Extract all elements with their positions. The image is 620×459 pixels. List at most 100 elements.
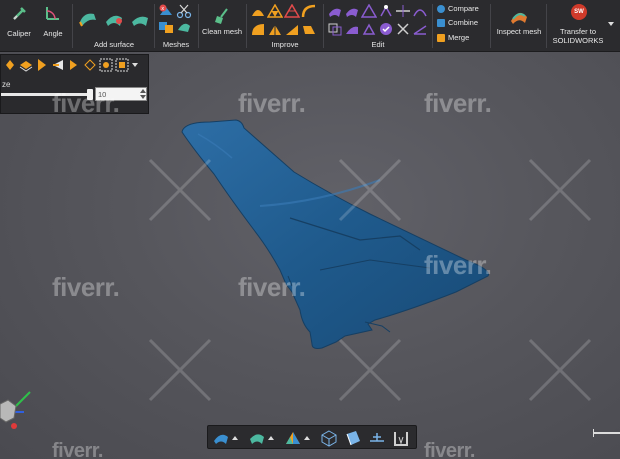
improve-group: Improve bbox=[248, 0, 322, 52]
mesh-join-icon[interactable] bbox=[176, 20, 192, 34]
select-box-icon[interactable] bbox=[99, 57, 113, 73]
surface-patch-icon[interactable] bbox=[78, 10, 98, 28]
edit-vertex-icon[interactable] bbox=[378, 4, 394, 18]
ribbon-separator bbox=[72, 4, 73, 48]
edit-slice-icon[interactable] bbox=[395, 4, 411, 18]
solidworks-logo-icon: SW bbox=[571, 4, 587, 20]
cancel-x-icon[interactable] bbox=[395, 22, 411, 36]
edit-clip-icon[interactable] bbox=[412, 22, 428, 36]
surface-blend-icon[interactable] bbox=[130, 12, 150, 28]
optimize-icon[interactable] bbox=[301, 4, 317, 18]
size-slider-handle[interactable] bbox=[87, 89, 93, 100]
select-all-icon[interactable] bbox=[83, 57, 97, 73]
edit-arc-icon[interactable] bbox=[412, 4, 428, 18]
caliper-button[interactable]: Caliper bbox=[4, 2, 34, 38]
fill-holes-icon[interactable] bbox=[250, 22, 266, 36]
deviation-map-icon[interactable] bbox=[284, 429, 302, 447]
combine-icon bbox=[437, 18, 445, 27]
clean-mesh-label: Clean mesh bbox=[201, 27, 243, 36]
ribbon-separator bbox=[432, 4, 433, 48]
select-brush-icon[interactable] bbox=[35, 57, 49, 73]
inspect-mesh-button[interactable]: Inspect mesh bbox=[494, 2, 544, 50]
bounding-box-icon[interactable] bbox=[392, 429, 410, 447]
size-spinner[interactable] bbox=[139, 88, 147, 100]
section-plane-icon[interactable] bbox=[344, 429, 362, 447]
decimate-icon[interactable] bbox=[267, 4, 283, 18]
edit-triangle-icon[interactable] bbox=[361, 4, 377, 18]
angle-icon bbox=[46, 7, 59, 20]
combine-button[interactable]: Combine bbox=[437, 18, 478, 27]
combine-label: Combine bbox=[448, 18, 479, 27]
svg-text:x: x bbox=[161, 6, 164, 12]
mesh-model-viewport bbox=[181, 119, 490, 349]
size-slider-track[interactable] bbox=[1, 93, 93, 96]
subdivide-icon[interactable] bbox=[284, 4, 300, 18]
edit-group: Edit bbox=[325, 0, 431, 52]
compare-button[interactable]: Compare bbox=[437, 4, 479, 13]
ground-plane-icon[interactable] bbox=[368, 429, 386, 447]
scale-bar bbox=[593, 432, 620, 434]
watermark-text: fiverr. bbox=[52, 440, 103, 459]
select-plane-icon[interactable] bbox=[19, 57, 33, 73]
add-surface-group: Add surface bbox=[74, 0, 154, 52]
transfer-label-line1: Transfer to bbox=[560, 27, 596, 36]
render-mode-icon[interactable] bbox=[212, 429, 230, 447]
axis-triad-icon bbox=[0, 391, 31, 429]
view-cube-icon[interactable] bbox=[320, 429, 338, 447]
size-label: ze bbox=[2, 80, 11, 89]
ribbon-separator bbox=[546, 4, 547, 48]
meshes-label: Meshes bbox=[162, 40, 190, 49]
ribbon-separator bbox=[323, 4, 324, 48]
mesh-delete-icon[interactable]: x bbox=[158, 3, 174, 19]
watermark-cross-icon bbox=[528, 158, 592, 222]
transfer-to-solidworks-button[interactable]: SW Transfer to SOLIDWORKS bbox=[549, 2, 607, 48]
selection-more-arrow-icon[interactable] bbox=[131, 57, 139, 73]
broom-icon bbox=[215, 8, 228, 24]
ribbon-separator bbox=[154, 4, 155, 48]
caliper-icon bbox=[13, 7, 26, 20]
surface-display-dropdown-icon[interactable] bbox=[268, 436, 274, 440]
select-grow-icon[interactable] bbox=[51, 57, 65, 73]
render-mode-dropdown-icon[interactable] bbox=[232, 436, 238, 440]
select-lasso-icon[interactable] bbox=[3, 57, 17, 73]
smooth-icon[interactable] bbox=[250, 4, 266, 18]
edit-copy-icon[interactable] bbox=[327, 22, 343, 36]
angle-label: Angle bbox=[43, 29, 63, 38]
confirm-check-icon[interactable] bbox=[378, 22, 394, 36]
compare-icon bbox=[437, 4, 445, 13]
selection-tool-panel: ze bbox=[0, 54, 149, 114]
surface-fill-icon[interactable] bbox=[104, 12, 124, 28]
inspect-mesh-label: Inspect mesh bbox=[496, 27, 542, 36]
mesh-split-icon[interactable] bbox=[158, 20, 174, 34]
merge-button[interactable]: Merge bbox=[437, 33, 469, 42]
select-region-icon[interactable] bbox=[115, 57, 129, 73]
ribbon-separator bbox=[198, 4, 199, 48]
edit-label: Edit bbox=[371, 40, 385, 49]
ribbon-separator bbox=[490, 4, 491, 48]
ribbon-dropdown-arrow-icon[interactable] bbox=[608, 22, 614, 26]
sharpen-icon[interactable] bbox=[284, 22, 300, 36]
deviation-map-dropdown-icon[interactable] bbox=[304, 436, 310, 440]
scale-bar-tick bbox=[593, 429, 594, 437]
transfer-label-line2: SOLIDWORKS bbox=[552, 36, 604, 45]
edit-region-icon[interactable] bbox=[344, 4, 360, 18]
watermark-text: fiverr. bbox=[424, 440, 475, 459]
merge-label: Merge bbox=[448, 33, 470, 42]
surface-display-icon[interactable] bbox=[248, 429, 266, 447]
inspect-mesh-icon bbox=[511, 12, 527, 24]
view-toolbar bbox=[207, 425, 417, 449]
scissors-icon[interactable] bbox=[176, 3, 192, 19]
ribbon-separator bbox=[246, 4, 247, 48]
thicken-icon[interactable] bbox=[301, 22, 317, 36]
angle-button[interactable]: Angle bbox=[38, 2, 68, 38]
watermark-text: fiverr. bbox=[52, 272, 120, 302]
select-shrink-icon[interactable] bbox=[67, 57, 81, 73]
improve-label: Improve bbox=[271, 40, 299, 49]
selection-tools bbox=[3, 57, 139, 75]
edit-fillet-icon[interactable] bbox=[344, 22, 360, 36]
clean-mesh-button[interactable]: Clean mesh bbox=[200, 2, 244, 50]
edit-surface-icon[interactable] bbox=[327, 4, 343, 18]
ribbon-toolbar: Caliper Angle Add surface x Meshes Clean… bbox=[0, 0, 620, 52]
edit-extrude-icon[interactable] bbox=[361, 22, 377, 36]
remesh-icon[interactable] bbox=[267, 22, 283, 36]
